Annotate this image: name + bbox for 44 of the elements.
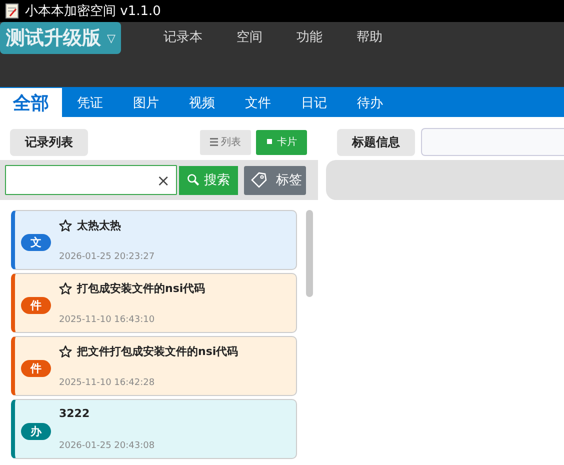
- record-time: 2026-01-25 20:23:27: [59, 252, 155, 262]
- record-card[interactable]: 办 3222 2026-01-25 20:43:08: [11, 399, 297, 459]
- tag-icon: [250, 171, 268, 189]
- clear-icon[interactable]: ×: [156, 170, 170, 190]
- record-card[interactable]: 文 太热太热 2026-01-25 20:23:27: [11, 210, 297, 270]
- menu-item[interactable]: 记录本: [163, 28, 202, 46]
- record-list-label[interactable]: 记录列表: [10, 128, 88, 156]
- star-icon[interactable]: [59, 345, 72, 358]
- menu-item[interactable]: 帮助: [356, 28, 382, 46]
- scrollbar[interactable]: [306, 210, 313, 297]
- title-field[interactable]: [421, 128, 564, 156]
- tab[interactable]: 文件: [230, 89, 286, 117]
- star-icon[interactable]: [59, 219, 72, 232]
- tab[interactable]: 全部: [0, 88, 62, 117]
- record-card[interactable]: 件 打包成安装文件的nsi代码 2025-11-10 16:43:10: [11, 273, 297, 333]
- star-icon[interactable]: [59, 282, 72, 295]
- type-badge: 件: [21, 360, 51, 376]
- record-title: 把文件打包成安装文件的nsi代码: [77, 344, 238, 359]
- notepad-icon: [5, 3, 19, 19]
- tab[interactable]: 图片: [118, 89, 174, 117]
- search-field[interactable]: ×: [5, 165, 177, 195]
- tab[interactable]: 待办: [342, 89, 398, 117]
- menu-item[interactable]: 空间: [236, 28, 262, 46]
- list-icon: [210, 138, 218, 146]
- tab[interactable]: 凭证: [62, 89, 118, 117]
- type-badge: 办: [21, 422, 51, 440]
- record-title: 3222: [59, 407, 90, 420]
- record-title: 太热太热: [77, 218, 121, 233]
- record-time: 2025-11-10 16:43:10: [59, 315, 156, 325]
- type-badge: 文: [21, 234, 51, 250]
- record-time: 2026-01-25 20:43:08: [59, 441, 155, 451]
- view-toggle-button[interactable]: 列表: [200, 130, 251, 154]
- record-title: 打包成安装文件的nsi代码: [77, 281, 206, 296]
- window-title: 小本本加密空间 v1.1.0: [25, 3, 161, 20]
- type-badge: 件: [21, 296, 51, 314]
- search-icon: [187, 172, 200, 188]
- card-icon: [266, 138, 274, 146]
- title-label[interactable]: 标题信息: [337, 128, 415, 156]
- menu-item[interactable]: 功能: [296, 28, 322, 46]
- record-time: 2025-11-10 16:42:28: [59, 378, 156, 388]
- record-card[interactable]: 件 把文件打包成安装文件的nsi代码 2025-11-10 16:42:28: [11, 336, 297, 396]
- tab[interactable]: 视频: [174, 89, 230, 117]
- tab[interactable]: 日记: [286, 89, 342, 117]
- tag-button[interactable]: 标签: [244, 166, 306, 194]
